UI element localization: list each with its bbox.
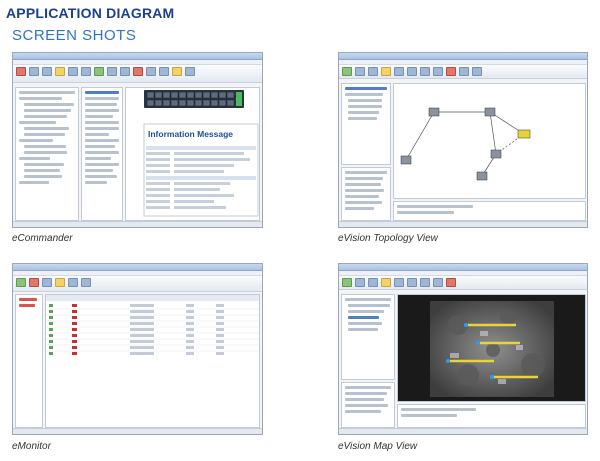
ecommander-caption: eCommander: [12, 233, 73, 244]
toolbar-icon: [446, 278, 456, 287]
toolbar-icon: [368, 278, 378, 287]
toolbar-icon: [68, 67, 78, 76]
status-bar: [339, 221, 587, 227]
window-titlebar: [13, 264, 262, 271]
device-group-panel: [15, 294, 43, 428]
toolbar-icon: [381, 67, 391, 76]
toolbar-icon: [355, 278, 365, 287]
toolbar-icon: [81, 278, 91, 287]
toolbar-icon: [55, 67, 65, 76]
topology-graph: [400, 107, 531, 181]
event-log-panel: [397, 404, 586, 428]
toolbar-icon: [420, 67, 430, 76]
event-log-panel: [393, 201, 586, 221]
status-bar: [13, 221, 262, 227]
monitor-table-graphic: [46, 295, 259, 355]
monitor-table: [45, 294, 260, 428]
toolbar-icon: [381, 278, 391, 287]
window-titlebar: [13, 53, 262, 60]
toolbar: [339, 276, 587, 290]
toolbar-icon: [146, 67, 156, 76]
toolbar-icon: [433, 67, 443, 76]
switch-panel-graphic: [143, 90, 259, 217]
main-panel: Information Message: [125, 87, 260, 221]
device-info-panel: [341, 382, 395, 428]
toolbar: [13, 65, 262, 83]
window-titlebar: [339, 53, 587, 60]
toolbar-icon: [394, 278, 404, 287]
toolbar-icon: [16, 278, 26, 287]
toolbar-icon: [42, 67, 52, 76]
toolbar-icon: [133, 67, 143, 76]
toolbar-icon: [342, 278, 352, 287]
evision-topology-screenshot: [338, 52, 588, 228]
toolbar-icon: [94, 67, 104, 76]
toolbar-icon: [68, 278, 78, 287]
ecommander-screenshot: Information Message: [12, 52, 263, 228]
aerial-map-image: [430, 301, 554, 397]
toolbar-icon: [81, 67, 91, 76]
evision-map-screenshot: [338, 263, 588, 435]
toolbar-icon: [107, 67, 117, 76]
toolbar-icon: [172, 67, 182, 76]
device-list-panel: [341, 294, 395, 380]
toolbar-icon: [368, 67, 378, 76]
toolbar-icon: [355, 67, 365, 76]
status-bar: [13, 428, 262, 434]
toolbar-icon: [42, 278, 52, 287]
toolbar-icon: [472, 67, 482, 76]
information-message-title: Information Message: [148, 129, 234, 139]
map-canvas: [397, 294, 586, 402]
toolbar-icon: [446, 67, 456, 76]
topology-canvas: [393, 83, 586, 199]
toolbar-icon: [29, 67, 39, 76]
toolbar-icon: [29, 278, 39, 287]
toolbar-icon: [407, 67, 417, 76]
device-list-panel: [341, 83, 391, 165]
page-title: APPLICATION DIAGRAM: [6, 5, 175, 21]
window-titlebar: [339, 264, 587, 271]
toolbar-icon: [120, 67, 130, 76]
toolbar-icon: [394, 67, 404, 76]
toolbar-icon: [159, 67, 169, 76]
toolbar-icon: [342, 67, 352, 76]
toolbar-icon: [55, 278, 65, 287]
toolbar-icon: [420, 278, 430, 287]
toolbar-icon: [185, 67, 195, 76]
toolbar-icon: [459, 67, 469, 76]
toolbar-icon: [433, 278, 443, 287]
page-subtitle: SCREEN SHOTS: [12, 27, 137, 44]
function-list-panel: [81, 87, 123, 221]
emonitor-screenshot: [12, 263, 263, 435]
toolbar-icon: [407, 278, 417, 287]
toolbar: [339, 65, 587, 79]
status-bar: [339, 428, 587, 434]
device-tree-panel: [15, 87, 79, 221]
evision-topology-caption: eVision Topology View: [338, 233, 438, 244]
emonitor-caption: eMonitor: [12, 441, 51, 452]
toolbar-icon: [16, 67, 26, 76]
evision-map-caption: eVision Map View: [338, 441, 418, 452]
toolbar: [13, 276, 262, 292]
device-info-panel: [341, 167, 391, 221]
